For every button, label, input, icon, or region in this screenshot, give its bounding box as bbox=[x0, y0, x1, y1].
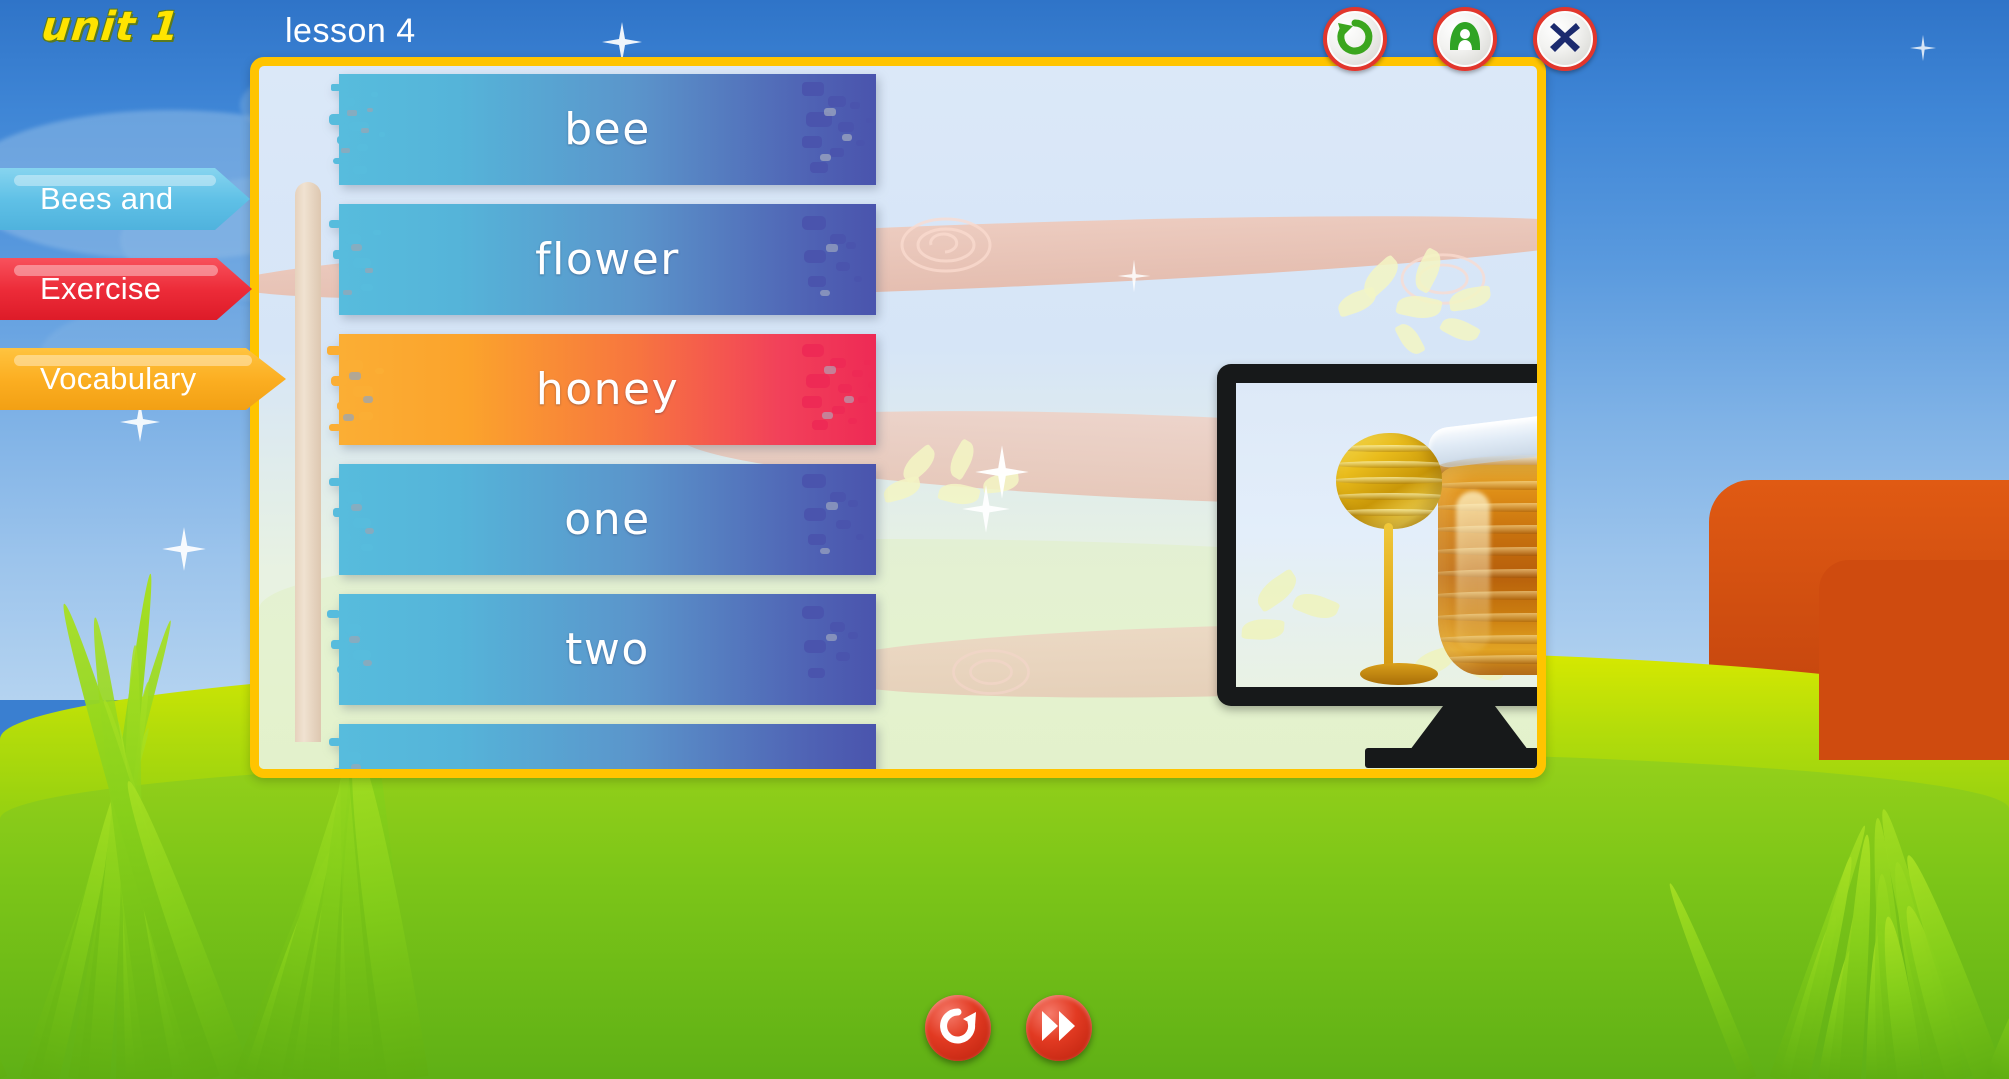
honey-pool bbox=[1360, 663, 1438, 685]
monitor-base bbox=[1365, 748, 1537, 768]
replay-icon bbox=[938, 1006, 978, 1051]
word-card-label: two bbox=[565, 624, 650, 675]
replay-button[interactable] bbox=[925, 995, 991, 1061]
word-card-bee[interactable]: bee bbox=[329, 74, 876, 185]
sidebar-item-label: Vocabulary bbox=[40, 361, 197, 396]
home-button[interactable] bbox=[1433, 7, 1497, 71]
word-card-label: one bbox=[564, 494, 651, 545]
monitor-display[interactable] bbox=[1217, 364, 1537, 768]
lesson-panel: bee flower honey one two bbox=[250, 57, 1546, 778]
home-icon bbox=[1444, 16, 1486, 63]
monitor-neck bbox=[1410, 706, 1528, 750]
word-card-label: bee bbox=[564, 104, 651, 155]
sidebar-item-label: Bees and bbox=[40, 181, 174, 216]
leaf-decoration bbox=[1241, 617, 1285, 642]
word-card-one[interactable]: one bbox=[329, 464, 876, 575]
close-icon bbox=[1545, 17, 1585, 62]
honey-jar-image bbox=[1320, 405, 1537, 687]
unit-title: unit 1 bbox=[39, 4, 182, 50]
refresh-icon bbox=[1334, 16, 1376, 63]
lesson-title: lesson 4 bbox=[285, 12, 416, 50]
swirl-decoration bbox=[949, 646, 1033, 703]
footer-controls bbox=[0, 979, 2009, 1071]
word-card-honey[interactable]: honey bbox=[327, 334, 876, 445]
app-header: unit 1 lesson 4 bbox=[0, 0, 2009, 72]
barn-hill-shape bbox=[1819, 560, 2009, 760]
card-fill bbox=[339, 724, 876, 769]
monitor-screen bbox=[1236, 383, 1537, 687]
fast-forward-icon bbox=[1040, 1009, 1078, 1048]
word-card-partial[interactable] bbox=[329, 724, 876, 769]
vocabulary-word-list: bee flower honey one two bbox=[327, 74, 954, 769]
next-button[interactable] bbox=[1026, 995, 1092, 1061]
monitor-bezel bbox=[1217, 364, 1537, 706]
jar-highlight bbox=[1456, 491, 1490, 651]
word-card-two[interactable]: two bbox=[327, 594, 876, 705]
jar-body bbox=[1438, 465, 1537, 675]
sidebar-item-label: Exercise bbox=[40, 271, 162, 306]
sidebar-item-exercise[interactable]: Exercise bbox=[0, 258, 252, 320]
sidebar-tabs: Bees and Exercise Vocabulary bbox=[0, 168, 300, 438]
sidebar-item-vocabulary[interactable]: Vocabulary bbox=[0, 348, 286, 410]
honey-drip bbox=[1384, 523, 1393, 673]
close-button[interactable] bbox=[1533, 7, 1597, 71]
dipper-head bbox=[1336, 433, 1442, 529]
refresh-button[interactable] bbox=[1323, 7, 1387, 71]
word-card-flower[interactable]: flower bbox=[329, 204, 876, 315]
sidebar-item-bees-and[interactable]: Bees and bbox=[0, 168, 250, 230]
word-card-label: flower bbox=[535, 234, 680, 285]
word-card-label: honey bbox=[535, 364, 680, 415]
